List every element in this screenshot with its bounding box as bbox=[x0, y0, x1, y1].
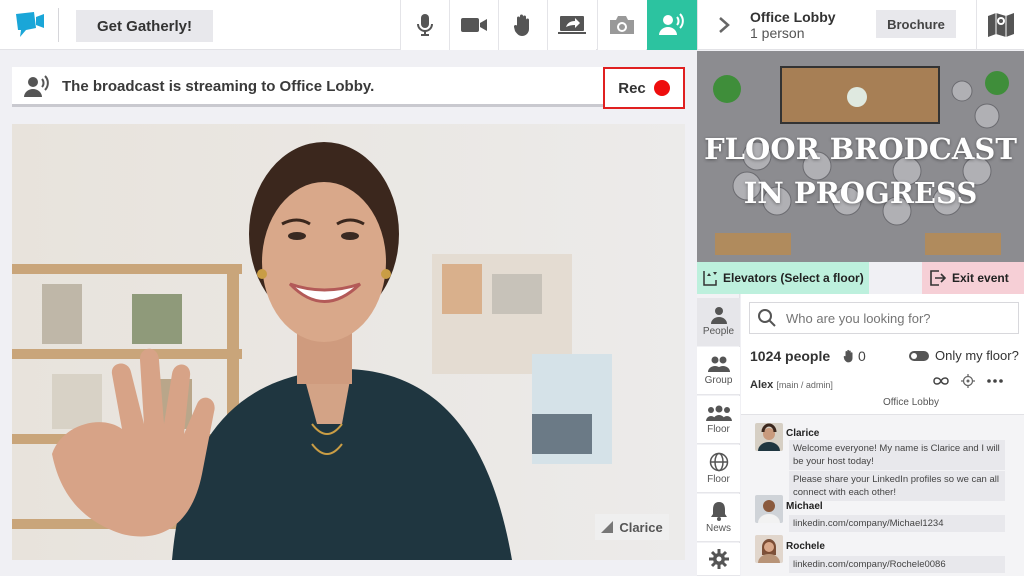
elevator-icon bbox=[703, 271, 717, 286]
top-toolbar: Get Gatherly! bbox=[0, 0, 697, 50]
broadcast-message: The broadcast is streaming to Office Lob… bbox=[62, 78, 375, 95]
person-icon bbox=[710, 307, 727, 324]
nav-floor2-label: Floor bbox=[707, 474, 730, 485]
message-author: Rochele bbox=[786, 541, 825, 552]
photo-camera-icon bbox=[610, 16, 634, 34]
admin-name: Alex bbox=[750, 379, 774, 391]
microphone-icon bbox=[417, 14, 433, 36]
nav-news-label: News bbox=[705, 523, 731, 534]
message-author: Clarice bbox=[786, 428, 820, 439]
raise-hand-icon bbox=[843, 349, 853, 363]
speaker-name: Clarice bbox=[619, 519, 663, 535]
floor-title-line1: FLOOR BRODCAST bbox=[704, 132, 1017, 166]
elevators-button[interactable]: Elevators (Select a floor) bbox=[697, 262, 869, 294]
chat-message: Welcome everyone! My name is Clarice and… bbox=[789, 440, 1005, 470]
bell-icon bbox=[710, 502, 727, 521]
raised-hands[interactable]: 0 bbox=[843, 348, 866, 364]
nav-floor-people[interactable]: Floor bbox=[697, 396, 740, 444]
video-camera-icon bbox=[461, 18, 487, 32]
people-count: 1024 people bbox=[750, 348, 831, 364]
infinity-icon[interactable] bbox=[933, 376, 949, 386]
search-icon bbox=[758, 309, 776, 327]
elevators-label: Elevators (Select a floor) bbox=[723, 271, 864, 285]
microphone-button[interactable] bbox=[400, 0, 449, 50]
exit-event-button[interactable]: Exit event bbox=[922, 262, 1024, 294]
nav-people-label: People bbox=[702, 326, 735, 337]
nav-floor-label: Floor bbox=[707, 424, 730, 435]
search-box[interactable] bbox=[749, 302, 1019, 334]
avatar[interactable] bbox=[755, 495, 783, 523]
floor-map[interactable]: FLOOR BRODCAST IN PROGRESS bbox=[697, 51, 1024, 262]
raise-hand-button[interactable] bbox=[498, 0, 547, 50]
nav-group[interactable]: Group bbox=[697, 347, 740, 395]
locate-icon[interactable] bbox=[961, 374, 975, 388]
nav-group-label: Group bbox=[704, 375, 733, 386]
photo-button[interactable] bbox=[597, 0, 646, 50]
toggle-switch[interactable] bbox=[909, 350, 929, 361]
floor-people-icon bbox=[705, 405, 732, 421]
only-floor-label: Only my floor? bbox=[935, 348, 1019, 363]
admin-location: Office Lobby bbox=[883, 397, 939, 408]
brochure-button[interactable]: Brochure bbox=[876, 10, 956, 38]
nav-settings[interactable] bbox=[697, 543, 740, 576]
nav-news[interactable]: News bbox=[697, 494, 740, 542]
record-label: Rec bbox=[618, 79, 646, 97]
admin-actions bbox=[933, 374, 1003, 388]
only-floor-toggle[interactable]: Only my floor? bbox=[909, 348, 1019, 363]
room-header: Office Lobby 1 person Brochure bbox=[697, 0, 1024, 50]
signal-icon bbox=[601, 521, 614, 533]
exit-icon bbox=[930, 270, 946, 286]
chat-message: linkedin.com/company/Michael1234 bbox=[789, 515, 1005, 532]
admin-role: [main / admin] bbox=[776, 380, 833, 390]
map-icon bbox=[988, 13, 1014, 37]
record-button[interactable]: Rec bbox=[603, 67, 685, 109]
gatherly-logo-icon[interactable] bbox=[14, 10, 46, 40]
avatar[interactable] bbox=[755, 423, 783, 451]
camera-button[interactable] bbox=[449, 0, 498, 50]
broadcast-icon bbox=[659, 13, 684, 35]
message-author: Michael bbox=[786, 501, 823, 512]
nav-people[interactable]: People bbox=[697, 298, 740, 346]
chevron-right-icon[interactable] bbox=[718, 16, 730, 34]
admin-entry[interactable]: Alex [main / admin] bbox=[750, 379, 833, 391]
globe-icon bbox=[709, 452, 728, 472]
floor-title-line2: IN PROGRESS bbox=[743, 176, 978, 210]
more-options-icon[interactable] bbox=[987, 379, 1003, 383]
people-panel: 1024 people 0 Only my floor? Alex [main … bbox=[741, 294, 1024, 576]
raised-hands-count: 0 bbox=[858, 348, 866, 364]
gear-icon bbox=[708, 549, 729, 569]
broadcast-button[interactable] bbox=[647, 0, 697, 50]
broadcast-icon bbox=[24, 75, 49, 97]
side-nav: People Group Floor Floor News bbox=[697, 294, 740, 576]
nav-floor-globe[interactable]: Floor bbox=[697, 445, 740, 493]
record-dot-icon bbox=[653, 80, 670, 96]
share-screen-icon bbox=[558, 16, 586, 34]
room-count: 1 person bbox=[750, 25, 805, 41]
divider bbox=[58, 8, 59, 42]
map-button[interactable] bbox=[976, 0, 1024, 50]
speaker-video-image bbox=[12, 124, 685, 560]
group-icon bbox=[707, 356, 730, 372]
search-input[interactable] bbox=[786, 310, 1006, 326]
chat-feed: Clarice Welcome everyone! My name is Cla… bbox=[741, 414, 1024, 576]
get-gatherly-button[interactable]: Get Gatherly! bbox=[76, 10, 213, 42]
speaker-name-tag: Clarice bbox=[595, 514, 669, 540]
broadcast-banner: The broadcast is streaming to Office Lob… bbox=[12, 67, 685, 107]
chat-message: linkedin.com/company/Rochele0086 bbox=[789, 556, 1005, 573]
chat-message: Please share your LinkedIn profiles so w… bbox=[789, 471, 1005, 501]
exit-event-label: Exit event bbox=[952, 271, 1009, 285]
raise-hand-icon bbox=[513, 14, 529, 36]
floor-broadcast-title: FLOOR BRODCAST IN PROGRESS bbox=[697, 127, 1024, 215]
video-feed bbox=[12, 124, 685, 560]
avatar[interactable] bbox=[755, 535, 783, 563]
room-name: Office Lobby bbox=[750, 9, 836, 25]
share-screen-button[interactable] bbox=[547, 0, 596, 50]
